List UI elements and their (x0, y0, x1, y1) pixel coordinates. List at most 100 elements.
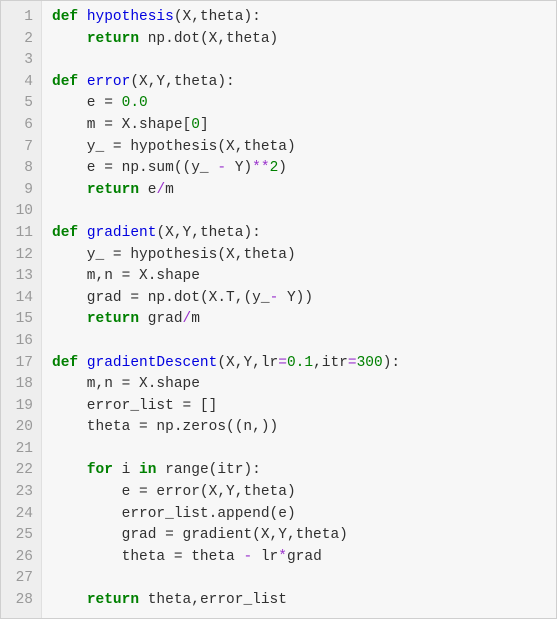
op-token: - (217, 160, 226, 176)
code-line: error_list = [] (52, 396, 546, 418)
num-token: 0 (191, 117, 200, 133)
kw-token: for (87, 462, 113, 478)
line-number: 2 (7, 29, 33, 51)
code-line (52, 439, 546, 461)
code-line: m,n = X.shape (52, 266, 546, 288)
line-number: 21 (7, 439, 33, 461)
fn-token: hypothesis (87, 9, 174, 25)
num-token: 300 (357, 355, 383, 371)
line-number: 6 (7, 115, 33, 137)
code-line (52, 50, 546, 72)
line-number: 12 (7, 245, 33, 267)
code-line: def gradientDescent(X,Y,lr=0.1,itr=300): (52, 353, 546, 375)
line-number: 25 (7, 525, 33, 547)
eq-token: = (122, 268, 131, 284)
line-number: 27 (7, 568, 33, 590)
op-token: = (348, 355, 357, 371)
line-number: 20 (7, 417, 33, 439)
eq-token: = (113, 247, 122, 263)
line-number: 15 (7, 309, 33, 331)
eq-token: = (183, 398, 192, 414)
code-line: e = error(X,Y,theta) (52, 482, 546, 504)
eq-token: = (139, 419, 148, 435)
eq-token: = (104, 117, 113, 133)
fn-token: gradient (87, 225, 157, 241)
code-line: grad = gradient(X,Y,theta) (52, 525, 546, 547)
line-number: 7 (7, 137, 33, 159)
kw-token: return (87, 31, 139, 47)
fn-token: gradientDescent (87, 355, 218, 371)
kw-token: return (87, 182, 139, 198)
code-line: return grad/m (52, 309, 546, 331)
op-token: - (243, 549, 252, 565)
num-token: 2 (270, 160, 279, 176)
kw-token: def (52, 225, 87, 241)
op-token: = (278, 355, 287, 371)
code-line: error_list.append(e) (52, 504, 546, 526)
kw-token: in (139, 462, 156, 478)
eq-token: = (113, 139, 122, 155)
code-line (52, 568, 546, 590)
line-number: 24 (7, 504, 33, 526)
code-line: return theta,error_list (52, 590, 546, 612)
code-line: theta = theta - lr*grad (52, 547, 546, 569)
code-line: y_ = hypothesis(X,theta) (52, 137, 546, 159)
code-line: e = 0.0 (52, 93, 546, 115)
line-number: 22 (7, 460, 33, 482)
num-token: 0.0 (122, 95, 148, 111)
eq-token: = (174, 549, 183, 565)
line-number: 3 (7, 50, 33, 72)
code-line (52, 201, 546, 223)
eq-token: = (165, 527, 174, 543)
line-number: 17 (7, 353, 33, 375)
line-number: 11 (7, 223, 33, 245)
line-number: 5 (7, 93, 33, 115)
code-line: m = X.shape[0] (52, 115, 546, 137)
line-number: 19 (7, 396, 33, 418)
code-line: def hypothesis(X,theta): (52, 7, 546, 29)
kw-token: def (52, 355, 87, 371)
eq-token: = (104, 95, 113, 111)
line-number: 1 (7, 7, 33, 29)
code-line: for i in range(itr): (52, 460, 546, 482)
line-number: 4 (7, 72, 33, 94)
eq-token: = (104, 160, 113, 176)
fn-token: error (87, 74, 131, 90)
line-number: 8 (7, 158, 33, 180)
line-number: 9 (7, 180, 33, 202)
kw-token: def (52, 9, 87, 25)
op-token: * (278, 549, 287, 565)
op-token: ** (252, 160, 269, 176)
code-line: m,n = X.shape (52, 374, 546, 396)
code-line: theta = np.zeros((n,)) (52, 417, 546, 439)
line-number-gutter: 1234567891011121314151617181920212223242… (1, 1, 42, 618)
kw-token: def (52, 74, 87, 90)
op-token: / (183, 311, 192, 327)
code-body[interactable]: def hypothesis(X,theta): return np.dot(X… (42, 1, 556, 618)
code-line: return e/m (52, 180, 546, 202)
eq-token: = (139, 484, 148, 500)
line-number: 16 (7, 331, 33, 353)
line-number: 28 (7, 590, 33, 612)
code-line (52, 331, 546, 353)
line-number: 14 (7, 288, 33, 310)
code-line: def error(X,Y,theta): (52, 72, 546, 94)
op-token: - (270, 290, 279, 306)
line-number: 18 (7, 374, 33, 396)
code-line: def gradient(X,Y,theta): (52, 223, 546, 245)
eq-token: = (130, 290, 139, 306)
op-token: / (156, 182, 165, 198)
line-number: 23 (7, 482, 33, 504)
eq-token: = (122, 376, 131, 392)
num-token: 0.1 (287, 355, 313, 371)
kw-token: return (87, 311, 139, 327)
line-number: 10 (7, 201, 33, 223)
code-line: e = np.sum((y_ - Y)**2) (52, 158, 546, 180)
code-line: return np.dot(X,theta) (52, 29, 546, 51)
kw-token: return (87, 592, 139, 608)
code-line: y_ = hypothesis(X,theta) (52, 245, 546, 267)
line-number: 13 (7, 266, 33, 288)
code-container: 1234567891011121314151617181920212223242… (0, 0, 557, 619)
code-line: grad = np.dot(X.T,(y_- Y)) (52, 288, 546, 310)
line-number: 26 (7, 547, 33, 569)
